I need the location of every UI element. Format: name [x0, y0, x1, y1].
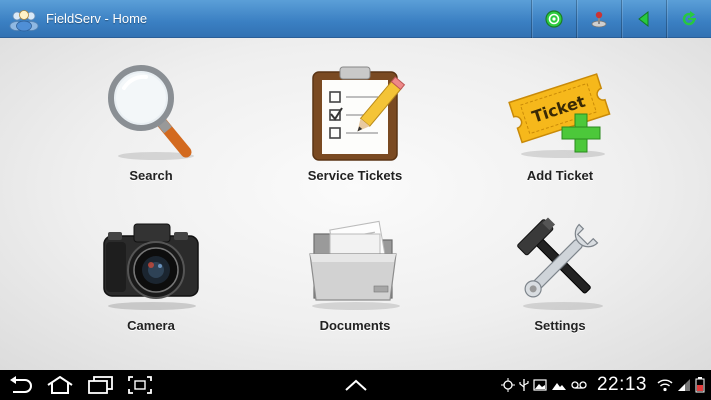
add-ticket-icon: Ticket	[505, 62, 615, 162]
home-icon	[47, 376, 73, 394]
service-tickets-tile[interactable]: Service Tickets	[270, 58, 440, 208]
voicemail-icon	[571, 381, 587, 389]
add-ticket-tile[interactable]: Ticket Add Ticket	[475, 58, 645, 208]
image-icon	[533, 379, 547, 391]
folder-documents-icon	[300, 212, 410, 312]
magnifier-icon	[96, 62, 206, 162]
gps-icon	[500, 378, 515, 392]
nav-back-button[interactable]	[0, 370, 40, 400]
camera-label: Camera	[127, 318, 175, 333]
recent-apps-icon	[88, 376, 113, 394]
system-bar: 22:13	[0, 370, 711, 400]
camera-icon	[96, 212, 206, 312]
action-bar-buttons	[531, 0, 711, 38]
search-label: Search	[129, 168, 173, 183]
search-tile[interactable]: Search	[66, 58, 236, 208]
nav-screenshot-button[interactable]	[120, 370, 160, 400]
app-title: FieldServ - Home	[46, 11, 148, 26]
refresh-icon	[682, 10, 696, 25]
nav-recent-button[interactable]	[80, 370, 120, 400]
usb-icon	[519, 379, 529, 391]
sync-button[interactable]	[531, 0, 576, 38]
camera-tile[interactable]: Camera	[66, 208, 236, 358]
action-bar: FieldServ - Home	[0, 0, 711, 38]
back-arrow-icon	[638, 10, 649, 27]
back-button[interactable]	[621, 0, 666, 38]
settings-tile[interactable]: Settings	[475, 208, 645, 358]
refresh-button[interactable]	[666, 0, 711, 38]
wifi-icon	[657, 379, 673, 392]
documents-label: Documents	[319, 318, 391, 333]
clipboard-checklist-icon	[300, 62, 410, 162]
screenshot-icon	[128, 376, 152, 394]
settings-label: Settings	[534, 318, 586, 333]
service-tickets-label: Service Tickets	[307, 168, 403, 183]
game-button[interactable]	[576, 0, 621, 38]
photo-icon	[551, 383, 566, 390]
wrench-hammer-icon	[505, 212, 615, 312]
battery-icon	[695, 377, 705, 393]
app-people-icon[interactable]	[8, 5, 40, 33]
clock: 22:13	[596, 374, 647, 395]
add-ticket-label: Add Ticket	[526, 168, 594, 183]
nav-home-button[interactable]	[40, 370, 80, 400]
up-chevron-icon	[345, 379, 367, 391]
status-icons: 22:13	[500, 374, 711, 396]
sync-icon	[545, 9, 563, 28]
joystick-icon	[591, 11, 607, 27]
nav-up-button[interactable]	[336, 370, 376, 400]
back-icon	[10, 376, 32, 393]
signal-icon	[678, 379, 690, 391]
home-grid: Search Service Tickets Ticket Add Ticket…	[0, 38, 711, 370]
documents-tile[interactable]: Documents	[270, 208, 440, 358]
